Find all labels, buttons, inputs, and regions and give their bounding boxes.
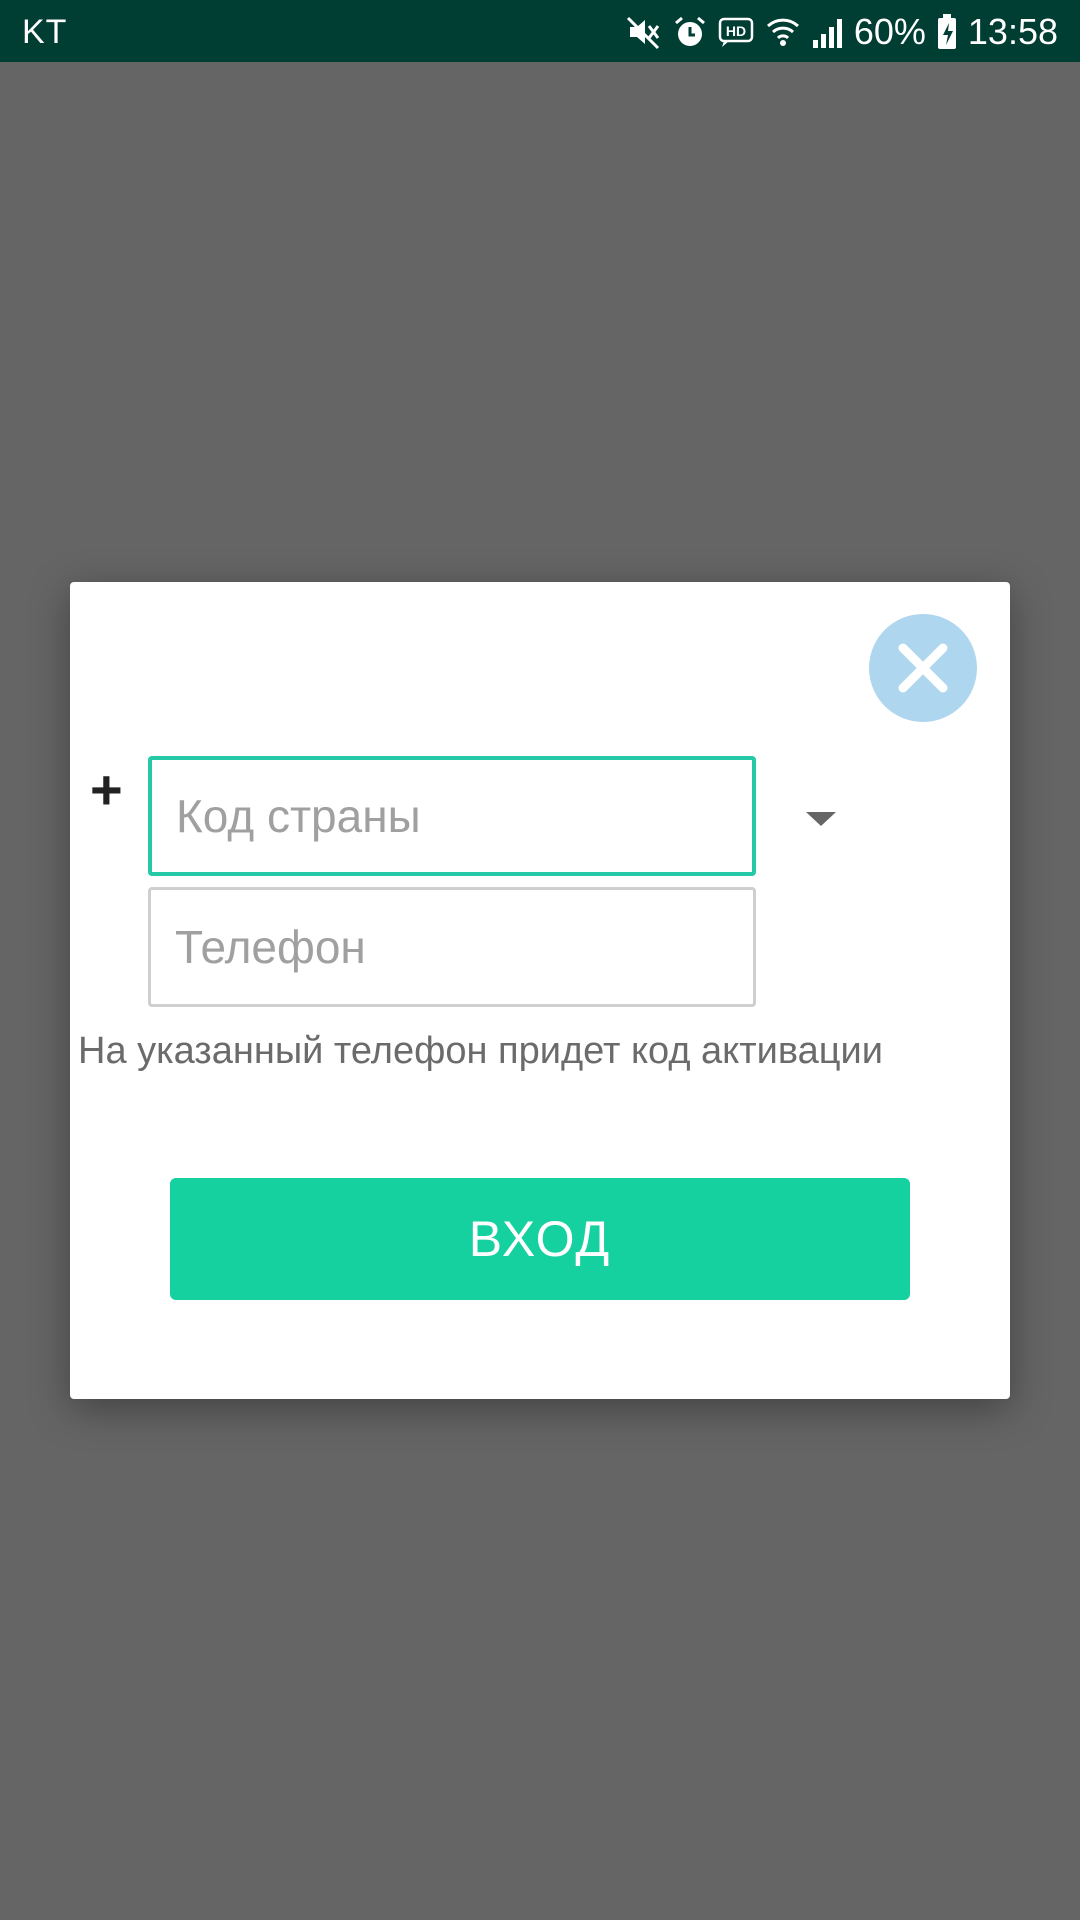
- hd-voice-icon: HD: [718, 12, 756, 52]
- login-dialog: + Код страны Телефон На указанный телефо…: [70, 582, 1010, 1399]
- carrier-label: KT: [22, 13, 68, 51]
- close-button[interactable]: [869, 614, 977, 722]
- status-bar: KT HD 60% 13:58: [0, 0, 1080, 62]
- mute-icon: [626, 12, 662, 52]
- login-button[interactable]: ВХОД: [170, 1178, 910, 1300]
- phone-placeholder: Телефон: [175, 921, 366, 973]
- wifi-icon: [766, 12, 800, 52]
- svg-text:HD: HD: [726, 23, 746, 39]
- status-icons: HD 60% 13:58: [626, 10, 1058, 54]
- clock: 13:58: [967, 11, 1058, 52]
- battery-percent: 60%: [853, 11, 926, 52]
- close-icon: [898, 643, 948, 693]
- country-code-placeholder: Код страны: [176, 790, 421, 842]
- dropdown-caret-icon[interactable]: [806, 812, 836, 826]
- alarm-icon: [672, 12, 708, 52]
- plus-sign: +: [90, 758, 123, 821]
- battery-charging-icon: [936, 12, 958, 52]
- login-button-label: ВХОД: [468, 1211, 612, 1267]
- phone-input[interactable]: Телефон: [148, 887, 756, 1007]
- country-code-input[interactable]: Код страны: [148, 756, 756, 876]
- signal-icon: [810, 12, 844, 52]
- activation-hint: На указанный телефон придет код активаци…: [78, 1030, 883, 1072]
